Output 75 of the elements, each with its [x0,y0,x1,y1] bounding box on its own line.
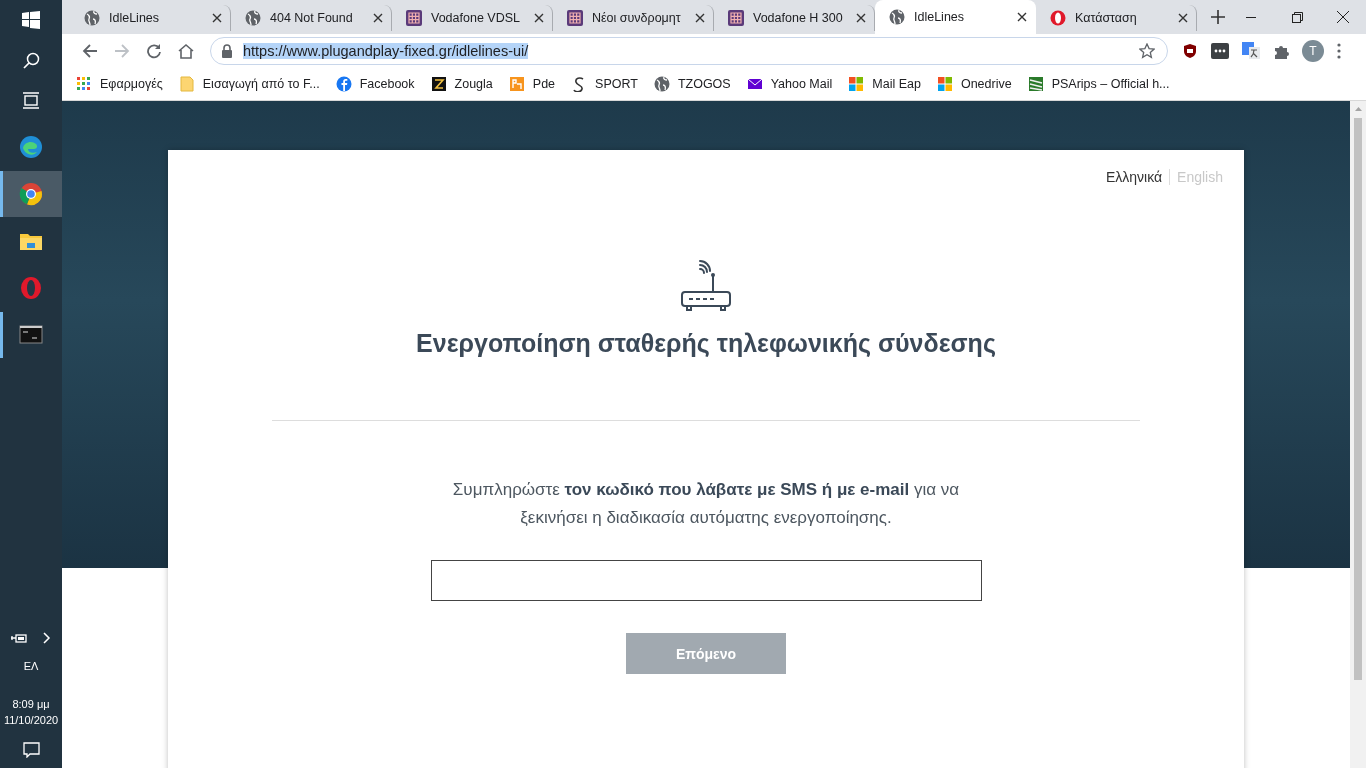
opera-icon[interactable] [19,276,43,300]
globe-icon [84,10,100,26]
clock-date[interactable]: 11/10/2020 [3,712,59,728]
back-arrow-icon[interactable] [82,43,98,59]
taskbar-app[interactable] [0,171,62,217]
bookmark-link[interactable]: Onedrive [936,76,1012,92]
home-icon[interactable] [178,43,194,59]
opera-icon [1050,10,1066,26]
page-title: Ενεργοποίηση σταθερής τηλεφωνικής σύνδεσης [415,328,997,358]
close-icon[interactable] [856,13,866,23]
edge-icon[interactable] [19,135,43,159]
grid-favicon-icon [567,10,583,26]
router-icon [680,259,732,312]
four-squares-icon[interactable] [848,76,865,92]
shield-icon[interactable] [1182,43,1198,59]
reload-icon[interactable] [146,43,162,59]
chevron-icon[interactable] [42,632,51,644]
scrollbar[interactable] [1350,101,1366,768]
close-icon[interactable] [1017,12,1027,22]
bookmark-link[interactable]: Facebook [335,76,415,92]
minimize-icon[interactable] [1246,16,1256,18]
bookmark-link[interactable]: TZOGOS [653,76,731,92]
close-icon[interactable] [1337,11,1349,23]
profile-avatar[interactable]: T [1302,40,1324,62]
windows-start-icon[interactable] [22,11,40,29]
search-icon[interactable] [22,51,40,69]
bookmark-link[interactable]: SPORT [571,76,638,92]
terminal-icon[interactable] [19,323,43,347]
globe-icon[interactable] [653,76,670,92]
restore-icon[interactable] [1291,11,1303,23]
chrome-icon[interactable] [19,182,43,206]
task-view-icon[interactable] [22,91,40,109]
envelope-icon[interactable] [746,76,763,92]
four-squares-icon[interactable] [936,76,953,92]
apps-grid-icon[interactable] [76,76,92,92]
code-input-field[interactable] [430,560,982,601]
browser-tab[interactable]: Νέοι συνδρομητ [553,5,714,31]
browser-tab[interactable]: IdleLines [70,5,231,31]
facebook-icon[interactable] [335,76,352,92]
bookmark-link[interactable]: Zougla [430,76,493,92]
close-icon[interactable] [373,13,383,23]
translate-icon[interactable] [1242,42,1260,60]
input-language-indicator[interactable]: ΕΛ [23,658,39,674]
lock-icon [221,44,233,58]
bookmark-link[interactable]: Εισαγωγή από το F... [178,76,320,92]
password-dots-icon[interactable] [1211,43,1229,59]
puzzle-piece-icon[interactable] [1273,43,1289,59]
grid-favicon-icon [406,10,422,26]
browser-tab[interactable]: Vodafone VDSL [392,5,553,31]
close-icon[interactable] [695,13,705,23]
bookmark-link[interactable]: Pde [508,76,556,92]
clock-time[interactable]: 8:09 μμ [12,696,50,712]
close-icon[interactable] [534,13,544,23]
bookmark-link[interactable]: Yahoo Mail [746,76,833,92]
star-icon[interactable] [1139,43,1155,59]
browser-tab[interactable]: Κατάσταση [1036,5,1197,31]
striped-square-icon[interactable] [1027,76,1044,92]
more-menu-icon[interactable] [1337,43,1341,59]
globe-icon [889,9,905,25]
power-plug-icon[interactable] [11,631,28,645]
globe-icon [245,10,261,26]
bookmark-link[interactable]: Εφαρμογές [76,76,163,92]
browser-tab[interactable]: Vodafone H 300 [714,5,875,31]
browser-tab[interactable]: IdleLines [875,0,1036,34]
bookmark-link[interactable]: Mail Eap [848,76,921,92]
browser-tab[interactable]: 404 Not Found [231,5,392,31]
letter-logo-icon[interactable] [430,76,447,92]
new-tab-plus-icon[interactable] [1211,10,1225,24]
grid-favicon-icon [728,10,744,26]
notification-icon[interactable] [22,742,40,758]
bookmark-link[interactable]: PSArips – Official h... [1027,76,1170,92]
instructions-text: Συμπληρώστε τον κωδικό που λάβατε με SMS ή με e-mail για να ξεκινήσει η διαδικασία αυτόματης ενεργοποίησης. [451,479,961,529]
language-link[interactable]: Ελληνικά [1105,168,1163,185]
close-icon[interactable] [212,13,222,23]
close-icon[interactable] [1178,13,1188,23]
